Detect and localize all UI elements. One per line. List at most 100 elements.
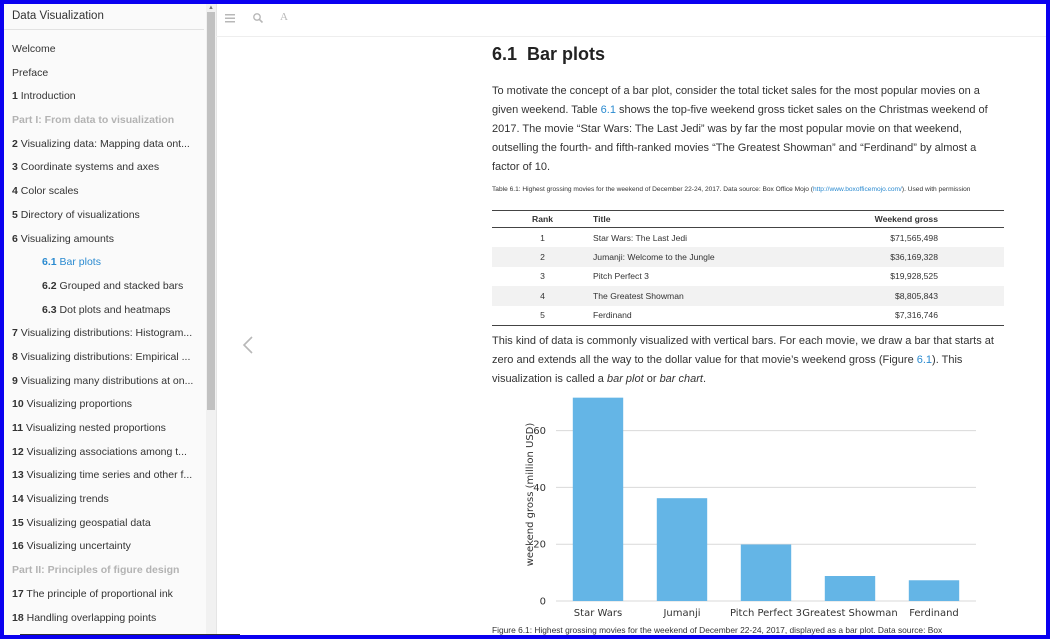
sidebar-item-label: Handling overlapping points	[26, 611, 157, 624]
sidebar-item-number: 4	[12, 185, 18, 198]
status-tooltip	[20, 634, 240, 635]
body-paragraph: This kind of data is commonly visualized…	[492, 332, 1006, 389]
sidebar-item[interactable]: 13 Visualizing time series and other f..…	[4, 464, 204, 488]
x-tick-label: Pitch Perfect 3	[730, 608, 802, 619]
sidebar-item-number: 3	[12, 161, 18, 174]
sidebar-item[interactable]: 4 Color scales	[4, 180, 204, 204]
sidebar-item-number: 1	[12, 90, 18, 103]
toolbar-divider	[216, 36, 1046, 37]
scroll-thumb[interactable]	[207, 12, 215, 410]
cell-rank: 2	[492, 247, 593, 267]
cell-title: Ferdinand	[593, 305, 853, 326]
sidebar-item-number: 10	[12, 398, 24, 411]
sidebar-item-number: 6	[12, 232, 18, 245]
sidebar-item[interactable]: 3 Coordinate systems and axes	[4, 156, 204, 180]
sidebar-item-number: 2	[12, 137, 18, 150]
sidebar-item-label: The principle of proportional ink	[26, 587, 173, 600]
sidebar-item[interactable]: 10 Visualizing proportions	[4, 393, 204, 417]
sidebar-item[interactable]: 18 Handling overlapping points	[4, 607, 204, 631]
sidebar-item-label: Visualizing many distributions at on...	[20, 374, 194, 387]
sidebar-item-label: Grouped and stacked bars	[59, 279, 184, 292]
cell-title: Pitch Perfect 3	[593, 271, 649, 282]
bar	[824, 576, 876, 601]
menu-icon[interactable]	[224, 12, 240, 28]
sidebar-item[interactable]: 6.2 Grouped and stacked bars	[4, 275, 204, 299]
sidebar-item-label: Visualizing distributions: Empirical ...	[20, 350, 191, 363]
cell-rank: 3	[540, 271, 545, 282]
header-rank: Rank	[492, 210, 593, 228]
bar	[740, 544, 792, 601]
table-caption: Table 6.1: Highest grossing movies for t…	[492, 186, 1006, 194]
sidebar-item-number: 18	[12, 611, 24, 624]
sidebar-item-label: Dot plots and heatmaps	[59, 303, 171, 316]
page-title: 6.1 Bar plots	[492, 44, 605, 65]
sidebar-item[interactable]: 6 Visualizing amounts	[4, 228, 204, 252]
sidebar-item-label: Preface	[12, 66, 49, 79]
sidebar-item-number: 5	[12, 208, 18, 221]
sidebar-item-label: Visualizing geospatial data	[26, 516, 151, 529]
cell-gross: $19,928,525	[890, 271, 938, 282]
sidebar-item[interactable]: 16 Visualizing uncertainty	[4, 535, 204, 559]
book-title[interactable]: Data Visualization	[4, 4, 204, 30]
sidebar-item-label: Visualizing data: Mapping data ont...	[20, 137, 190, 150]
sidebar-part-heading: Part II: Principles of figure design	[4, 559, 204, 583]
sidebar-item[interactable]: 1 Introduction	[4, 85, 204, 109]
sidebar-item[interactable]: 2 Visualizing data: Mapping data ont...	[4, 133, 204, 157]
sidebar-item-number: 8	[12, 350, 18, 363]
figure-caption: Figure 6.1: Highest grossing movies for …	[492, 625, 943, 635]
bar-chart-svg: 0204060weekend gross (million USD)Star W…	[525, 397, 976, 619]
table-row: 2 Jumanji: Welcome to the Jungle $36,169,3…	[492, 247, 1004, 267]
section-title: Bar plots	[527, 44, 606, 64]
scroll-up-icon[interactable]: ▲	[208, 5, 214, 11]
cell-rank: 5	[492, 305, 593, 326]
sidebar-item-label: Coordinate systems and axes	[20, 161, 160, 174]
sidebar-item-number: 6.2	[42, 279, 57, 292]
figure-ref-link[interactable]: 6.1	[917, 354, 932, 366]
x-tick-label: Star Wars	[574, 608, 622, 619]
sidebar-item-label: Visualizing nested proportions	[26, 422, 166, 434]
table-row: 4 The Greatest Showman $8,805,843	[492, 286, 1004, 306]
x-tick-label: Greatest Showman	[802, 608, 898, 619]
y-axis-label: weekend gross (million USD)	[525, 423, 536, 567]
sidebar-item[interactable]: 6.1 Bar plots	[4, 251, 204, 275]
sidebar-item[interactable]: 8 Visualizing distributions: Empirical .…	[4, 346, 204, 370]
box-office-link[interactable]: http://www.boxofficemojo.com/	[813, 186, 902, 193]
sidebar-item-label: Visualizing trends	[26, 493, 109, 506]
intro-paragraph: To motivate the concept of a bar plot, c…	[492, 82, 1006, 177]
cell-gross: $7,316,746	[853, 305, 1004, 326]
cell-rank: 4	[492, 286, 593, 306]
sidebar-item[interactable]: Welcome	[4, 38, 204, 62]
table-caption-text: Table 6.1: Highest grossing movies for t…	[492, 186, 813, 193]
table-of-contents: Welcome Preface 1 Introduction Part I: From…	[4, 38, 208, 630]
sidebar-item-label: Visualizing associations among t...	[26, 445, 187, 458]
sidebar-item-label: Visualizing uncertainty	[26, 540, 131, 553]
sidebar-item-number: 6.3	[42, 303, 57, 316]
bar	[908, 580, 960, 601]
sidebar-item[interactable]: 9 Visualizing many distributions at on..…	[4, 370, 204, 394]
sidebar-scrollbar[interactable]: ▲	[206, 4, 216, 635]
sidebar-item-number: 9	[12, 374, 18, 387]
bar	[572, 397, 624, 601]
search-icon[interactable]	[252, 12, 268, 28]
table-ref-link[interactable]: 6.1	[601, 104, 616, 116]
sidebar-item[interactable]: 11 Visualizing nested proportions	[4, 417, 204, 441]
sidebar-item-number: 16	[12, 540, 24, 553]
cell-rank: 1	[540, 232, 545, 243]
sidebar-item-label: Visualizing proportions	[26, 398, 133, 411]
sidebar-item[interactable]: 17 The principle of proportional ink	[4, 583, 204, 607]
cell-gross: $71,565,498	[890, 232, 938, 243]
sidebar-item[interactable]: 5 Directory of visualizations	[4, 204, 204, 228]
sidebar-item-label: Introduction	[20, 90, 76, 103]
sidebar-item[interactable]: 15 Visualizing geospatial data	[4, 512, 204, 536]
table-header-row: Rank Title Weekend gross	[492, 210, 1004, 228]
font-icon[interactable]: A	[280, 11, 296, 27]
sidebar: Data Visualization Welcome Preface 1 Intro…	[4, 4, 217, 635]
sidebar-item[interactable]: 14 Visualizing trends	[4, 488, 204, 512]
sidebar-item[interactable]: 6.3 Dot plots and heatmaps	[4, 299, 204, 323]
sidebar-item-number: 17	[12, 587, 24, 600]
previous-page-icon[interactable]	[238, 331, 260, 359]
sidebar-item[interactable]: 12 Visualizing associations among t...	[4, 441, 204, 465]
sidebar-item-label: Welcome	[12, 43, 56, 55]
sidebar-item[interactable]: Preface	[4, 62, 204, 86]
sidebar-item[interactable]: 7 Visualizing distributions: Histogram..…	[4, 322, 204, 346]
